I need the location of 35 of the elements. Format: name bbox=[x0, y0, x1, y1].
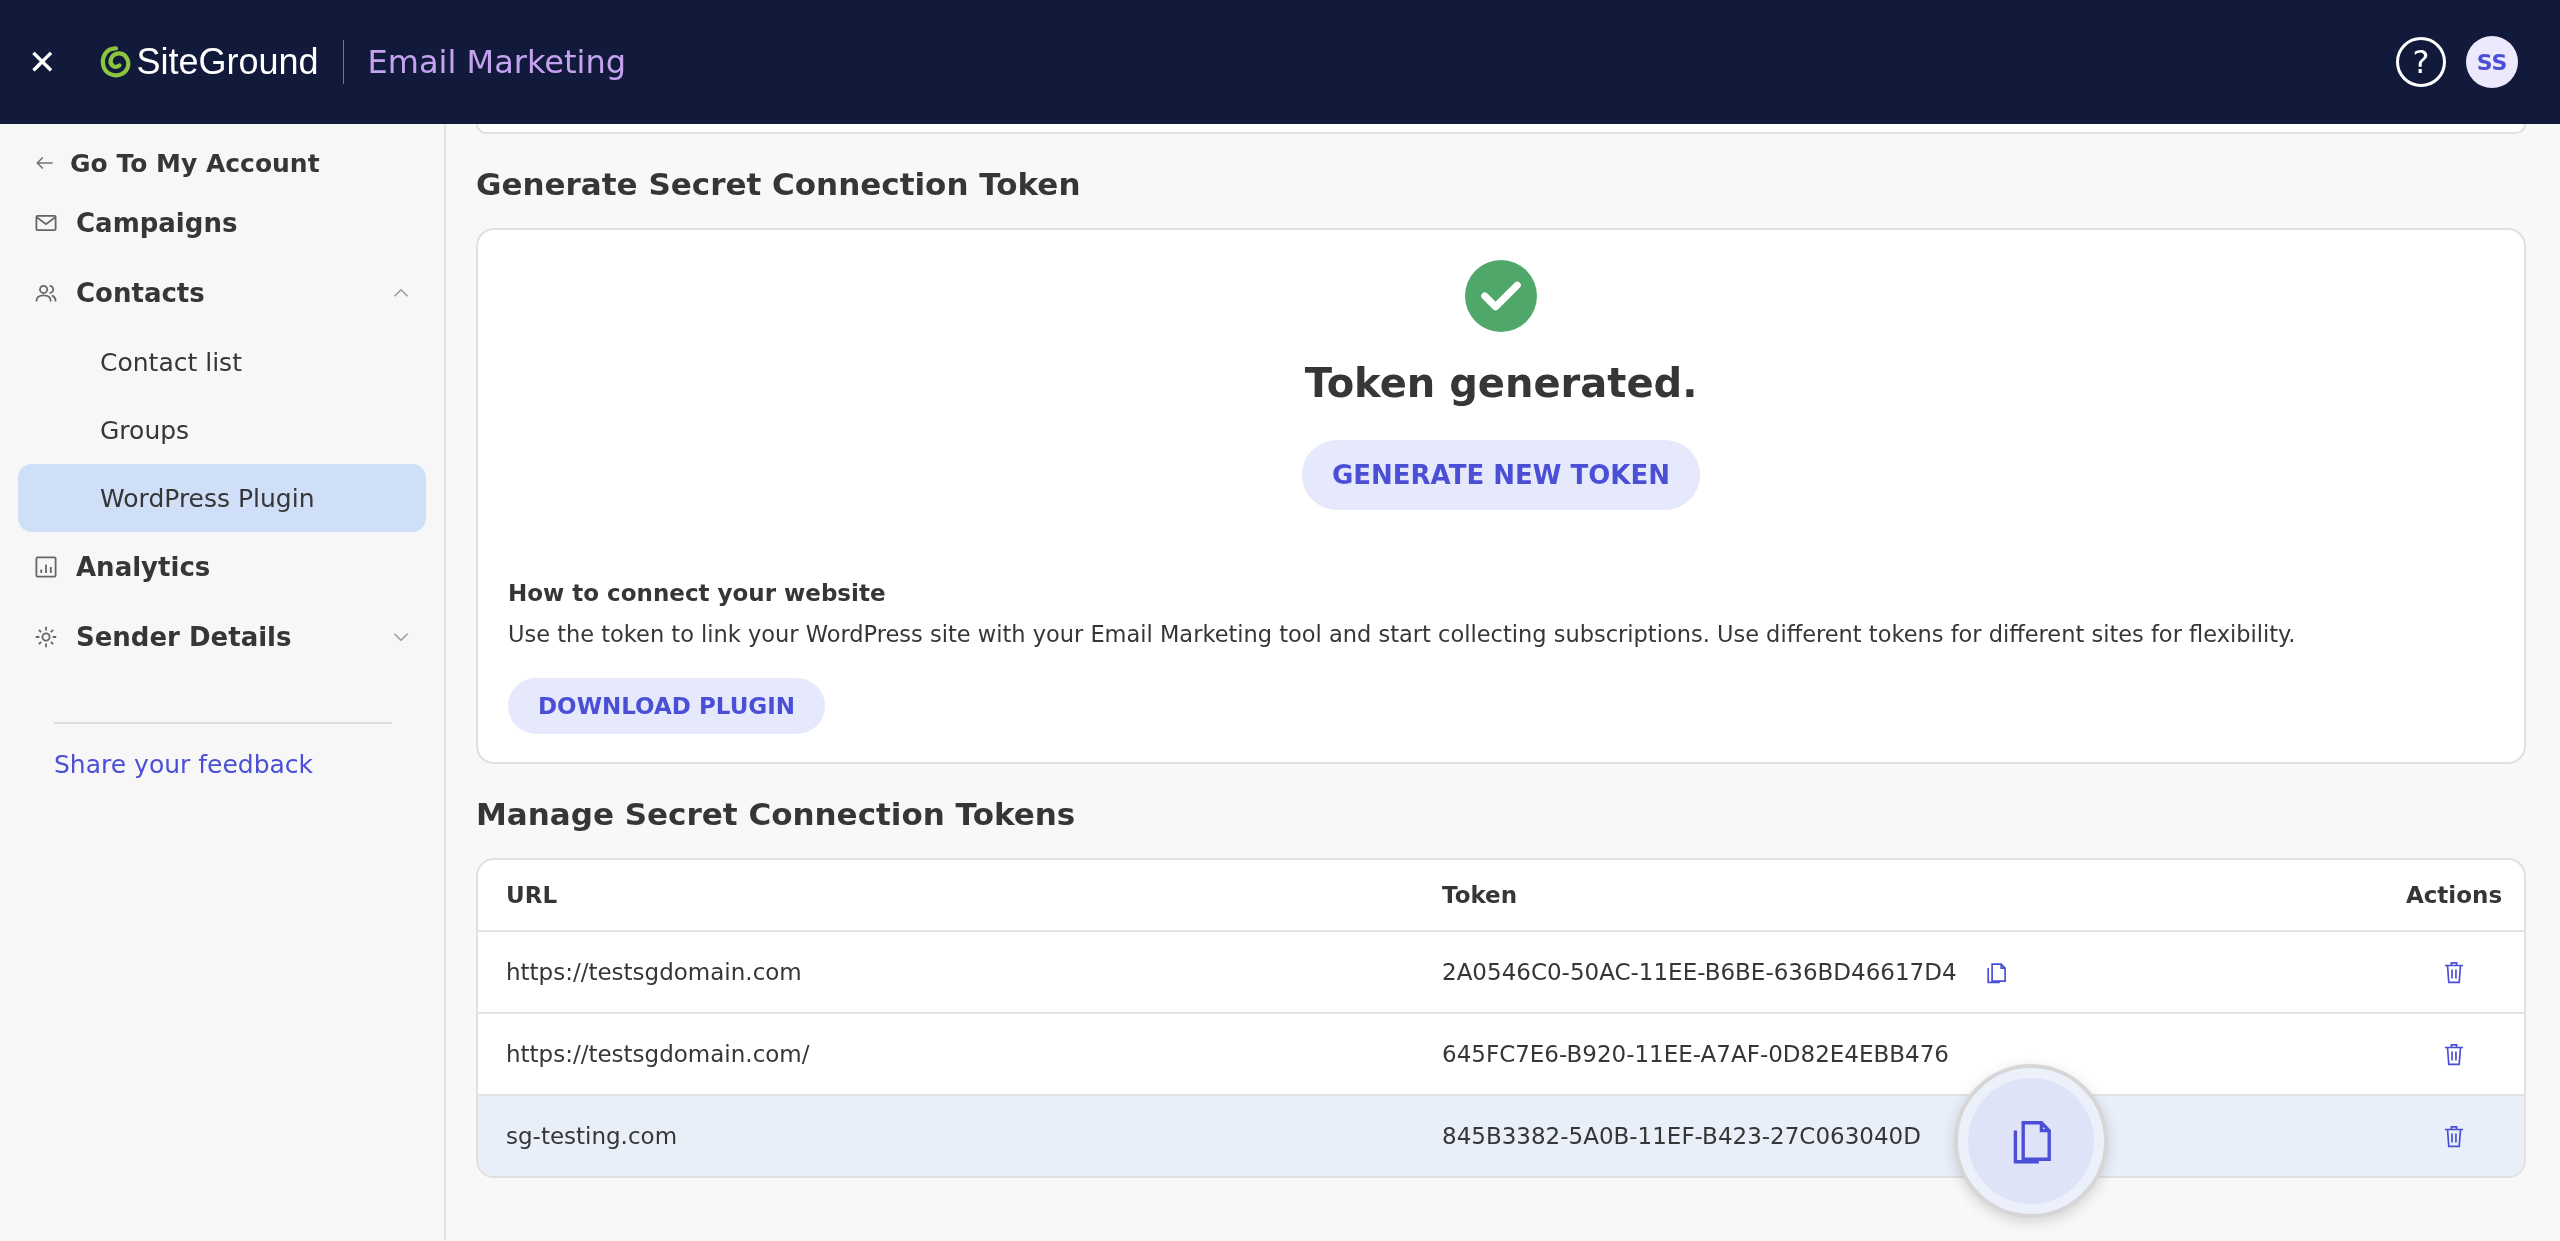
token-cell: 645FC7E6-B920-11EE-A7AF-0D82E4EBB476 bbox=[1442, 1041, 1949, 1067]
help-button[interactable]: ? bbox=[2396, 37, 2446, 87]
sidebar-item[interactable]: Contacts bbox=[18, 258, 426, 328]
sidebar-item[interactable]: Analytics bbox=[18, 532, 426, 602]
column-header: Token bbox=[1442, 882, 1519, 908]
token-cell: 845B3382-5A0B-11EF-B423-27C063040D bbox=[1442, 1123, 1921, 1149]
status-message: Token generated. bbox=[1304, 360, 1698, 406]
close-button[interactable]: ✕ bbox=[28, 42, 57, 82]
generate-token-button[interactable]: GENERATE NEW TOKEN bbox=[1301, 440, 1701, 510]
section-heading: Manage Secret Connection Tokens bbox=[476, 796, 1077, 832]
sidebar-subitem[interactable]: Groups bbox=[18, 396, 426, 464]
sidebar-item[interactable]: Campaigns bbox=[18, 188, 426, 258]
how-to-text: Use the token to link your WordPress site with your Email Marketing tool and start collecting subscriptions. Use different tokens for different sites for flexibility. bbox=[508, 620, 2297, 649]
logo-wordmark: SiteGround bbox=[136, 41, 319, 83]
column-header: URL bbox=[506, 882, 559, 908]
sidebar-item[interactable]: Sender Details bbox=[18, 602, 426, 672]
download-plugin-button[interactable]: DOWNLOAD PLUGIN bbox=[508, 678, 825, 734]
swirl-logo-icon bbox=[98, 45, 133, 79]
token-cell: 2A0546C0-50AC-11EE-B6BE-636BD46617D4 bbox=[1442, 959, 1957, 985]
bar-chart-icon bbox=[34, 555, 58, 579]
success-check-icon bbox=[1465, 260, 1537, 332]
sidebar-subitem[interactable]: Contact list bbox=[18, 328, 426, 396]
back-link[interactable]: Go To My Account bbox=[18, 138, 426, 188]
sidebar-subitem[interactable]: WordPress Plugin bbox=[18, 464, 426, 532]
user-avatar[interactable]: SS bbox=[2466, 36, 2518, 88]
table-row[interactable]: sg-testing.com 845B3382-5A0B-11EF-B423-27C063040D bbox=[478, 1094, 2524, 1176]
column-header: Actions bbox=[2404, 882, 2504, 908]
url-cell-text: https://testsgdomain.com/ bbox=[506, 1041, 811, 1067]
feedback-link[interactable]: Share your feedback bbox=[18, 750, 314, 779]
how-to-title: How to connect your website bbox=[508, 580, 887, 606]
section-heading: Generate Secret Connection Token bbox=[476, 166, 1082, 202]
app-title: Email Marketing bbox=[367, 43, 627, 81]
table-row[interactable]: https://testsgdomain.com 2A0546C0-50AC-11EE-B6BE-636BD46617D4 bbox=[478, 930, 2524, 1012]
url-cell-text: sg-testing.com bbox=[506, 1123, 679, 1149]
url-cell-text: https://testsgdomain.com bbox=[506, 959, 803, 985]
